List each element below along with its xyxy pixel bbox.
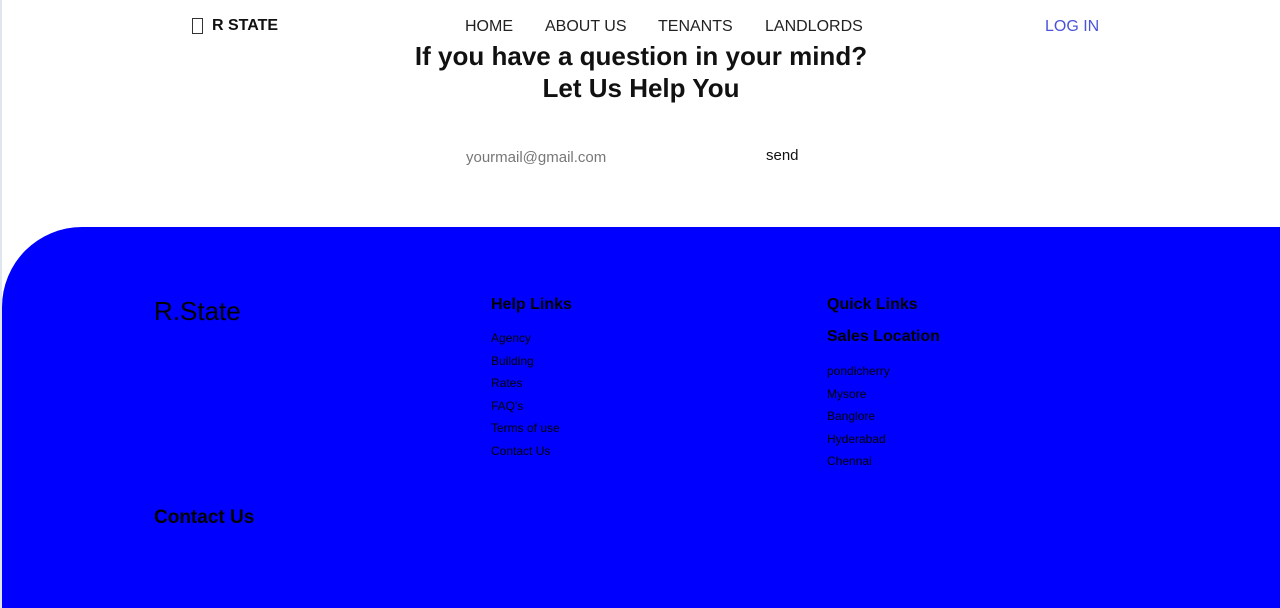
- help-link-rates[interactable]: Rates: [491, 376, 522, 390]
- help-link-contact-us[interactable]: Contact Us: [491, 444, 550, 458]
- brand-logo[interactable]: R STATE: [192, 17, 278, 35]
- question-heading-line-2: Let Us Help You: [542, 73, 740, 103]
- email-input[interactable]: [462, 144, 745, 170]
- nav-home-link[interactable]: HOME: [465, 18, 513, 36]
- location-mysore-link[interactable]: Mysore: [827, 387, 866, 401]
- sales-location-list: pondicherry Mysore Banglore Hyderabad Ch…: [827, 360, 940, 473]
- location-pondicherry-link[interactable]: pondicherry: [827, 364, 890, 378]
- help-link-agency[interactable]: Agency: [491, 331, 531, 345]
- sales-location-item: Banglore: [827, 405, 940, 428]
- quick-links-heading: Quick Links: [827, 296, 918, 313]
- footer: R.State Help Links Agency Building Rates…: [2, 227, 1280, 608]
- help-link-item: Contact Us: [491, 440, 572, 463]
- help-links-list: Agency Building Rates FAQ's Terms of use…: [491, 327, 572, 462]
- location-banglore-link[interactable]: Banglore: [827, 409, 875, 423]
- help-link-faqs[interactable]: FAQ's: [491, 399, 523, 413]
- question-heading: If you have a question in your mind? Let…: [2, 40, 1280, 104]
- sales-location-item: pondicherry: [827, 360, 940, 383]
- sales-location-heading: Sales Location: [827, 328, 940, 345]
- help-link-item: FAQ's: [491, 395, 572, 418]
- page: R STATE HOME ABOUT US TENANTS LANDLORDS …: [0, 0, 1280, 608]
- nav-about-us-link[interactable]: ABOUT US: [545, 18, 627, 36]
- help-link-item: Rates: [491, 372, 572, 395]
- help-link-terms-of-use[interactable]: Terms of use: [491, 421, 560, 435]
- question-heading-line-1: If you have a question in your mind?: [414, 41, 868, 71]
- help-link-item: Agency: [491, 327, 572, 350]
- help-link-item: Building: [491, 350, 572, 373]
- location-hyderabad-link[interactable]: Hyderabad: [827, 432, 886, 446]
- quick-links-column: Quick Links Sales Location pondicherry M…: [827, 295, 940, 473]
- help-links-heading: Help Links: [491, 296, 572, 313]
- login-link[interactable]: LOG IN: [1045, 18, 1099, 36]
- sales-location-item: Chennai: [827, 450, 940, 473]
- brand-name: R STATE: [212, 17, 279, 34]
- help-link-item: Terms of use: [491, 417, 572, 440]
- send-button[interactable]: send: [764, 145, 801, 166]
- nav-landlords-link[interactable]: LANDLORDS: [765, 18, 863, 36]
- sales-location-item: Hyderabad: [827, 428, 940, 451]
- nav-tenants-link[interactable]: TENANTS: [658, 18, 733, 36]
- help-link-building[interactable]: Building: [491, 354, 534, 368]
- sales-location-item: Mysore: [827, 383, 940, 406]
- location-chennai-link[interactable]: Chennai: [827, 454, 872, 468]
- house-outline-icon: [192, 18, 203, 34]
- contact-us-heading: Contact Us: [154, 507, 255, 528]
- footer-brand: R.State: [154, 296, 241, 326]
- help-links-column: Help Links Agency Building Rates FAQ's T…: [491, 295, 572, 462]
